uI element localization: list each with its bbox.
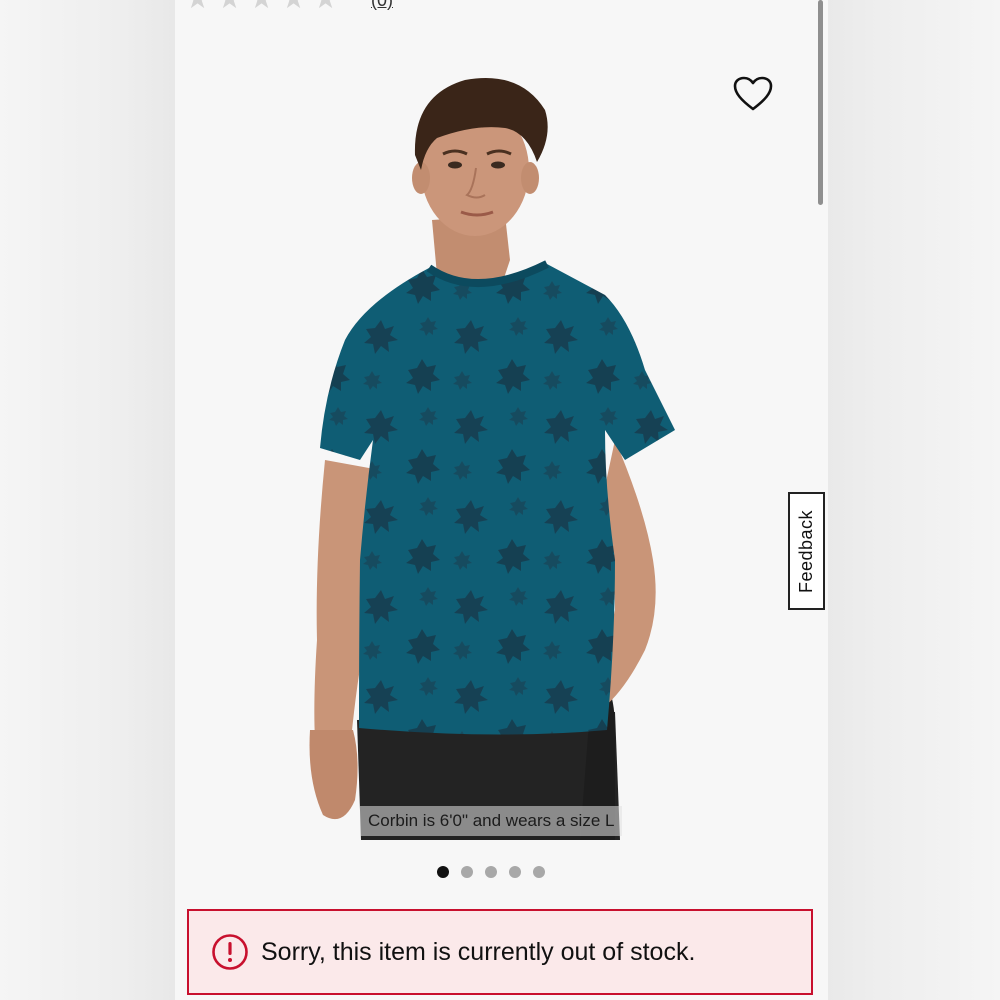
model-caption: Corbin is 6'0" and wears a size L xyxy=(360,806,623,836)
product-image[interactable] xyxy=(175,40,828,840)
carousel-dot-4[interactable] xyxy=(509,866,521,878)
exclamation-circle-icon xyxy=(212,934,248,970)
carousel-dot-3[interactable] xyxy=(485,866,497,878)
carousel-dot-2[interactable] xyxy=(461,866,473,878)
feedback-label: Feedback xyxy=(796,509,816,593)
carousel-dot-1[interactable] xyxy=(437,866,449,878)
alert-message: Sorry, this item is currently out of sto… xyxy=(261,937,696,966)
review-count-link[interactable]: (0) xyxy=(371,0,393,11)
star-icon: ★ xyxy=(281,0,307,13)
star-icon: ★ xyxy=(249,0,275,13)
feedback-button[interactable]: Feedback xyxy=(788,492,825,610)
left-backdrop xyxy=(0,0,175,1000)
heart-outline-icon[interactable] xyxy=(733,76,773,112)
product-page: ★ ★ ★ ★ ★ (0) xyxy=(175,0,828,1000)
star-icon: ★ xyxy=(313,0,339,13)
star-icon: ★ xyxy=(217,0,243,13)
page-scrollbar[interactable] xyxy=(818,0,823,205)
right-backdrop xyxy=(828,0,1000,1000)
rating-stars[interactable]: ★ ★ ★ ★ ★ xyxy=(185,0,339,13)
star-icon: ★ xyxy=(185,0,211,13)
out-of-stock-alert: Sorry, this item is currently out of sto… xyxy=(187,909,813,995)
carousel-dots xyxy=(437,866,545,878)
carousel-dot-5[interactable] xyxy=(533,866,545,878)
